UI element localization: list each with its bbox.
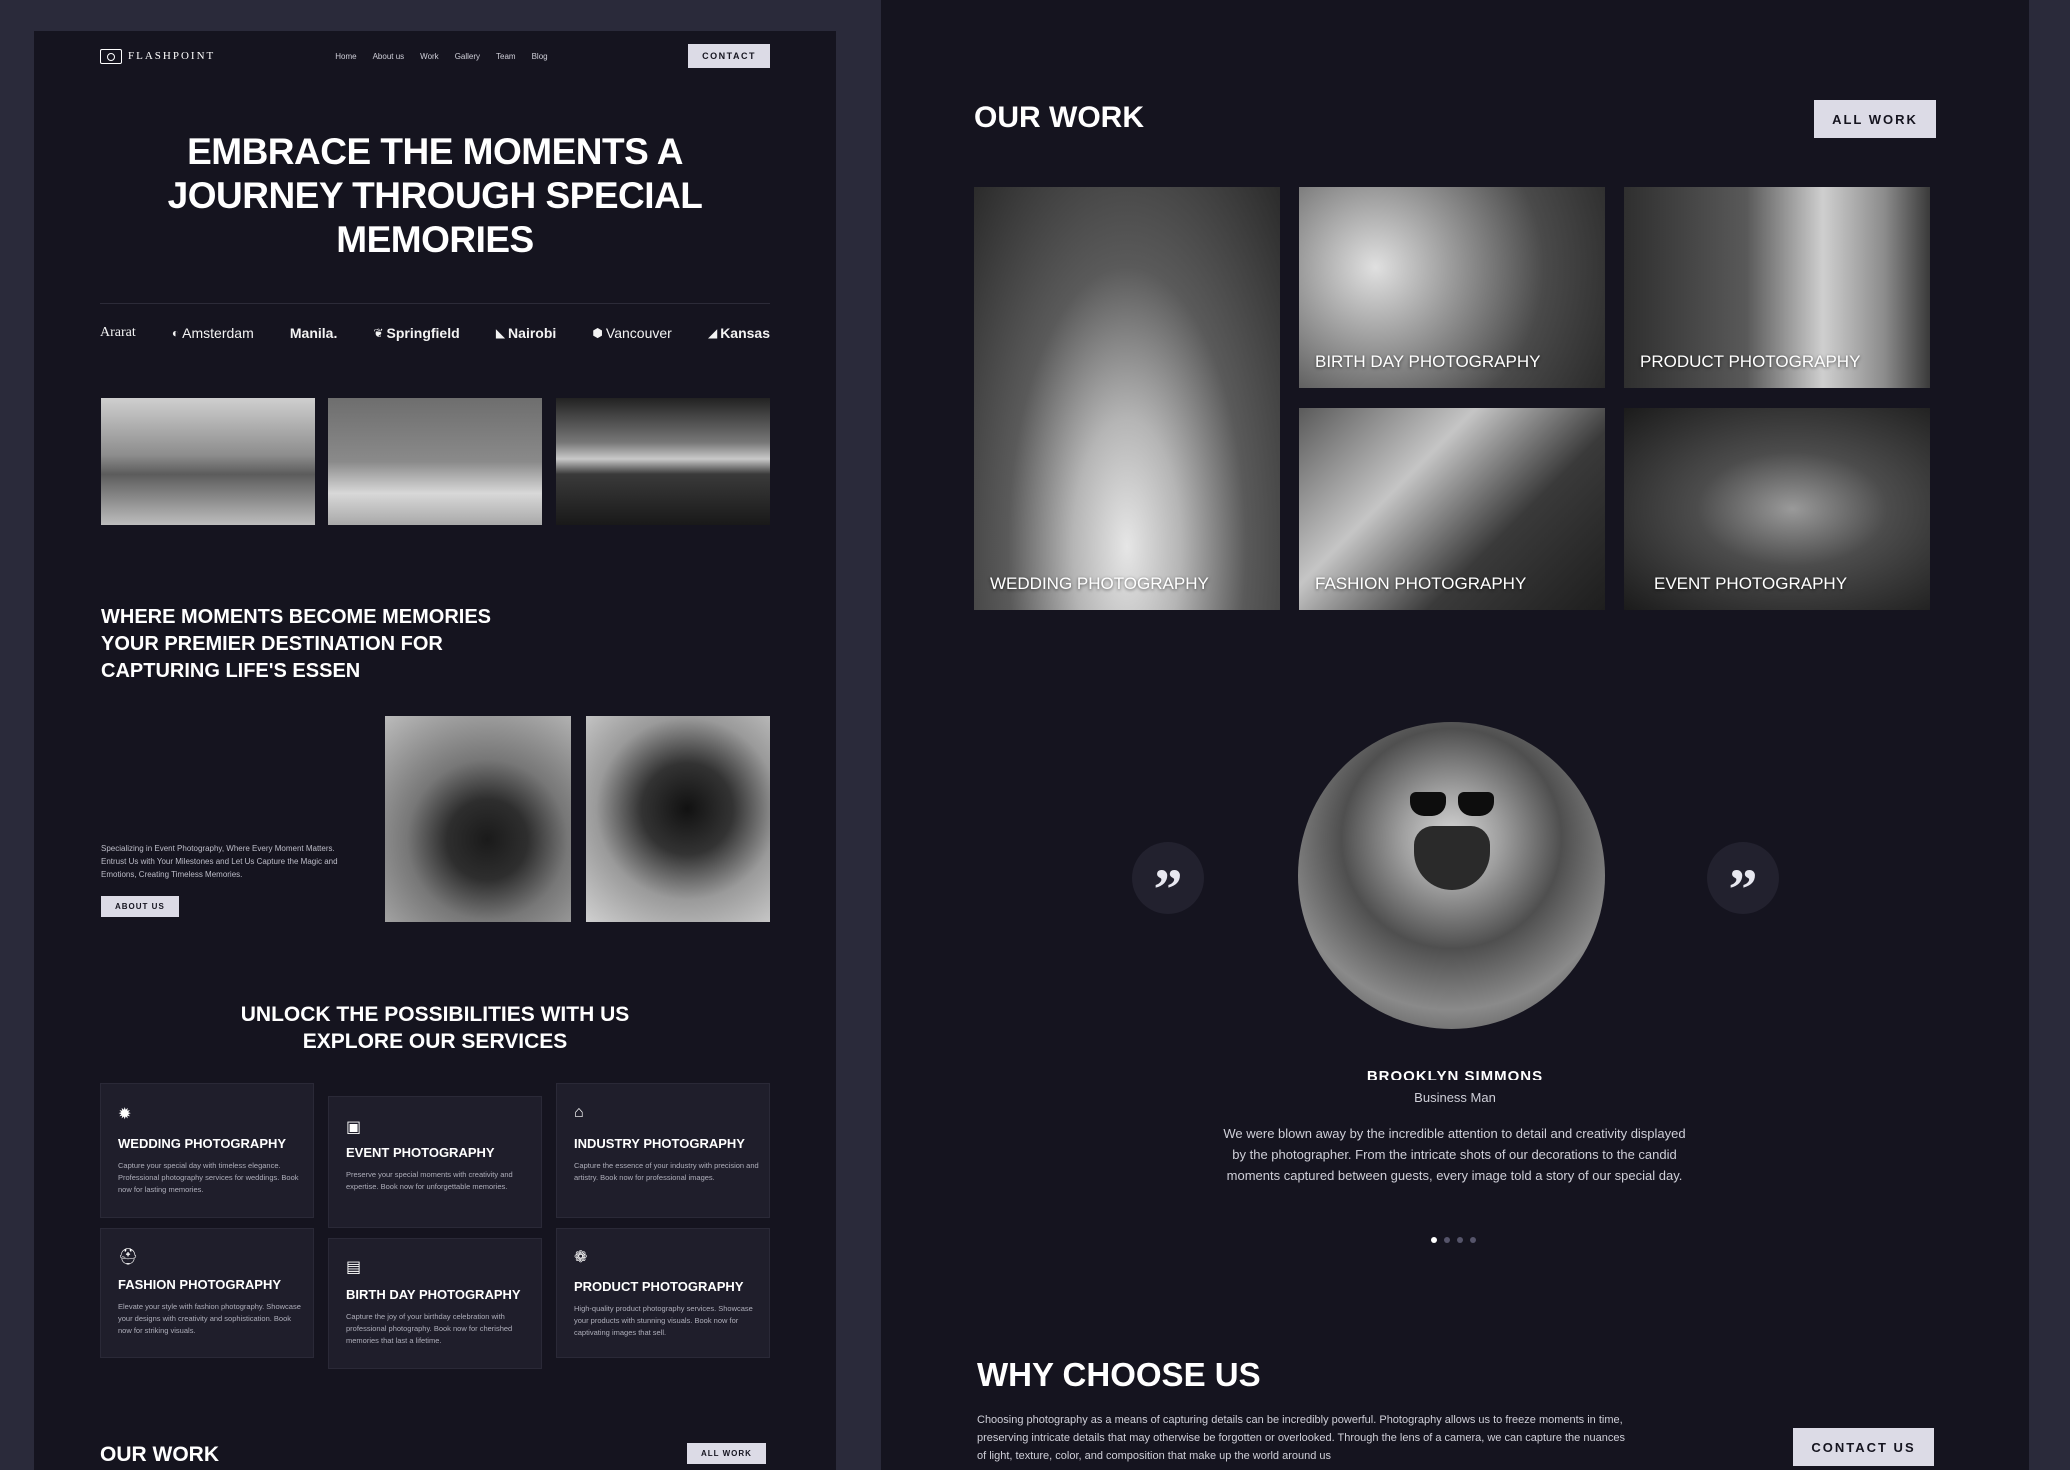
hexagon-icon: ⬢ <box>592 326 603 340</box>
camera-photo-1 <box>385 716 571 922</box>
carousel-dot-2[interactable] <box>1444 1237 1450 1243</box>
about-us-button[interactable]: ABOUT US <box>101 896 179 917</box>
testimonial-role: Business Man <box>1414 1090 1496 1105</box>
all-work-button[interactable]: ALL WORK <box>1814 100 1936 138</box>
testimonial-name: BROOKLYN SIMMONS <box>1366 1068 1544 1080</box>
work-card-label: FASHION PHOTOGRAPHY <box>1315 574 1527 593</box>
about-title: WHERE MOMENTS BECOME MEMORIES YOUR PREMI… <box>101 606 492 682</box>
work-card-label: BIRTH DAY PHOTOGRAPHY <box>1315 352 1541 371</box>
beard <box>1414 826 1490 890</box>
box-icon: ❁ <box>574 1249 588 1266</box>
leaf-icon: ❦ <box>373 326 384 340</box>
navbar: FLASHPOINT Home About us Work Gallery Te… <box>100 41 770 71</box>
factory-icon: ⌂ <box>574 1104 584 1121</box>
brand-manila: Manila. <box>289 325 338 341</box>
about-text: Specializing in Event Photography, Where… <box>101 844 338 879</box>
work-card-event[interactable]: EVENT PHOTOGRAPHY <box>1624 408 1930 610</box>
service-card-product[interactable]: ❁ PRODUCT PHOTOGRAPHY High-quality produ… <box>556 1228 770 1358</box>
brand-vancouver: ⬢ Vancouver <box>592 325 672 341</box>
work-card-product[interactable]: PRODUCT PHOTOGRAPHY <box>1624 187 1930 388</box>
gear-icon: ✹ <box>118 1106 132 1123</box>
nav-item-work[interactable]: Work <box>420 52 439 61</box>
gift-icon: ▤ <box>346 1259 362 1276</box>
k-logo-icon: ◢ <box>707 326 718 340</box>
why-choose-us-text: Choosing photography as a means of captu… <box>977 1414 1625 1462</box>
nav-item-gallery[interactable]: Gallery <box>455 52 480 61</box>
work-card-wedding[interactable]: WEDDING PHOTOGRAPHY <box>974 187 1280 610</box>
avatar <box>1298 722 1605 1029</box>
gallery-photo-beach-bride[interactable] <box>328 398 542 525</box>
carousel-dot-4[interactable] <box>1470 1237 1476 1243</box>
brand-nairobi: ◣ Nairobi <box>495 325 557 341</box>
service-card-birthday[interactable]: ▤ BIRTH DAY PHOTOGRAPHY Capture the joy … <box>328 1238 542 1369</box>
landing-page-left: FLASHPOINT Home About us Work Gallery Te… <box>34 31 836 1470</box>
contact-button[interactable]: CONTACT <box>688 44 770 68</box>
carousel-dot-3[interactable] <box>1457 1237 1463 1243</box>
work-card-label: PRODUCT PHOTOGRAPHY <box>1640 352 1861 371</box>
hanger-icon: ⛑ <box>118 1249 139 1266</box>
nav-item-about[interactable]: About us <box>373 52 405 61</box>
quote-icon: ” <box>1728 857 1758 922</box>
nav-item-team[interactable]: Team <box>496 52 516 61</box>
contact-us-button[interactable]: CONTACT US <box>1793 1428 1934 1466</box>
brand-ararat: Ararat <box>100 325 136 340</box>
all-work-button-left[interactable]: ALL WORK <box>687 1443 766 1464</box>
logo-text: FLASHPOINT <box>128 50 216 62</box>
services-title: UNLOCK THE POSSIBILITIES WITH US EXPLORE… <box>240 1003 630 1053</box>
camera-photo-2 <box>586 716 770 922</box>
nav-item-home[interactable]: Home <box>335 52 356 61</box>
work-card-birthday[interactable]: BIRTH DAY PHOTOGRAPHY <box>1299 187 1605 388</box>
service-card-industry[interactable]: ⌂ INDUSTRY PHOTOGRAPHY Capture the essen… <box>556 1083 770 1218</box>
sunglasses <box>1410 792 1494 816</box>
hero-title: EMBRACE THE MOMENTS A JOURNEY THROUGH SP… <box>167 131 703 260</box>
why-choose-us-title: WHY CHOOSE US <box>977 1356 1261 1393</box>
work-card-fashion[interactable]: FASHION PHOTOGRAPHY <box>1299 408 1605 610</box>
brand-amsterdam: ◐ Amsterdam <box>171 325 254 341</box>
brand-kansas: ◢ Kansas <box>707 325 770 341</box>
quote-next-button[interactable]: ” <box>1707 842 1779 919</box>
logo[interactable]: FLASHPOINT <box>100 48 216 64</box>
divider <box>100 303 770 304</box>
work-card-label: EVENT PHOTOGRAPHY <box>1654 574 1848 593</box>
testimonial-text: We were blown away by the incredible att… <box>1223 1126 1686 1183</box>
landing-page-right: OUR WORK ALL WORK WEDDING PHOTOGRAPHY BI… <box>881 0 2029 1470</box>
work-card-label: WEDDING PHOTOGRAPHY <box>990 574 1209 593</box>
brand-springfield: ❦ Springfield <box>373 325 460 341</box>
service-card-wedding[interactable]: ✹ WEDDING PHOTOGRAPHY Capture your speci… <box>100 1083 314 1218</box>
brand-logos: Ararat ◐ Amsterdam Manila. ❦ Springfield ◣… <box>100 318 770 348</box>
n-logo-icon: ◣ <box>495 326 506 340</box>
carousel-dot-1[interactable] <box>1431 1237 1437 1243</box>
nav-item-blog[interactable]: Blog <box>532 52 548 61</box>
our-work-title: OUR WORK <box>974 101 1144 134</box>
gallery-photo-sunset[interactable] <box>556 398 770 525</box>
gallery-photo-mountain[interactable] <box>101 398 315 525</box>
quote-prev-button[interactable]: ” <box>1132 842 1204 919</box>
toggle-icon: ◐ <box>171 326 180 340</box>
service-card-fashion[interactable]: ⛑ FASHION PHOTOGRAPHY Elevate your style… <box>100 1228 314 1358</box>
quote-icon: ” <box>1153 857 1183 922</box>
camera-icon <box>100 48 122 64</box>
service-card-event[interactable]: ▣ EVENT PHOTOGRAPHY Preserve your specia… <box>328 1096 542 1228</box>
nav-menu: Home About us Work Gallery Team Blog <box>335 52 547 61</box>
calendar-icon: ▣ <box>346 1119 362 1136</box>
carousel-dots <box>1431 1237 1476 1243</box>
our-work-title-left: OUR WORK <box>100 1443 219 1466</box>
